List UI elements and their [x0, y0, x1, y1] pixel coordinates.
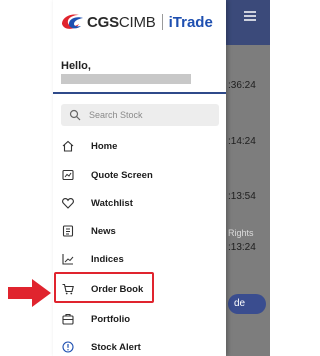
background-time: :13:54 — [228, 191, 256, 202]
filter-icon — [244, 11, 256, 21]
chart-line-icon — [62, 254, 74, 265]
menu-item-label: Quote Screen — [91, 169, 153, 181]
background-trade-label: de — [234, 298, 246, 309]
background-screen: :36:24 :14:24 :13:54 Rights :13:24 de — [226, 0, 270, 356]
menu-item-label: News — [91, 225, 116, 237]
menu-item-quote-screen[interactable]: Quote Screen — [53, 161, 226, 189]
red-arrow-icon — [8, 279, 51, 307]
menu-item-indices[interactable]: Indices — [53, 245, 226, 273]
alert-icon — [62, 341, 74, 353]
cgs-cimb-logo-icon — [62, 14, 83, 29]
background-time: :14:24 — [228, 136, 256, 147]
background-time: :13:24 — [228, 242, 256, 253]
search-placeholder: Search Stock — [89, 110, 143, 120]
quote-screen-icon — [62, 169, 74, 181]
home-icon — [62, 140, 74, 152]
app-name: iTrade — [168, 13, 213, 31]
background-trade-button: de — [228, 294, 266, 314]
background-time: :36:24 — [228, 80, 256, 91]
menu-item-home[interactable]: Home — [53, 132, 226, 160]
redacted-username — [61, 74, 191, 84]
menu-item-portfolio[interactable]: Portfolio — [53, 305, 226, 333]
order-book-highlight-box — [54, 272, 154, 303]
background-header — [226, 0, 270, 45]
portfolio-icon — [62, 313, 74, 325]
brand-name: CGSCIMB — [87, 14, 156, 31]
heart-icon — [62, 198, 74, 209]
header-divider — [53, 92, 226, 94]
menu-item-label: Watchlist — [91, 197, 133, 209]
brand-header: CGSCIMB iTrade — [59, 10, 213, 34]
menu-item-watchlist[interactable]: Watchlist — [53, 189, 226, 217]
greeting-text: Hello, — [61, 60, 91, 72]
brand-divider — [161, 14, 163, 30]
brand-name-bold: CGS — [87, 13, 119, 31]
menu-item-news[interactable]: News — [53, 217, 226, 245]
menu-item-label: Stock Alert — [91, 341, 141, 353]
news-icon — [62, 225, 74, 237]
menu-item-stock-alert[interactable]: Stock Alert — [53, 333, 226, 356]
background-muted-text: Rights — [228, 228, 254, 238]
brand-name-light: CIMB — [118, 13, 156, 31]
menu-item-label: Indices — [91, 253, 124, 265]
search-stock-field[interactable]: Search Stock — [61, 104, 219, 126]
menu-item-label: Portfolio — [91, 313, 131, 325]
search-icon — [69, 109, 81, 121]
menu-item-label: Home — [91, 140, 118, 152]
